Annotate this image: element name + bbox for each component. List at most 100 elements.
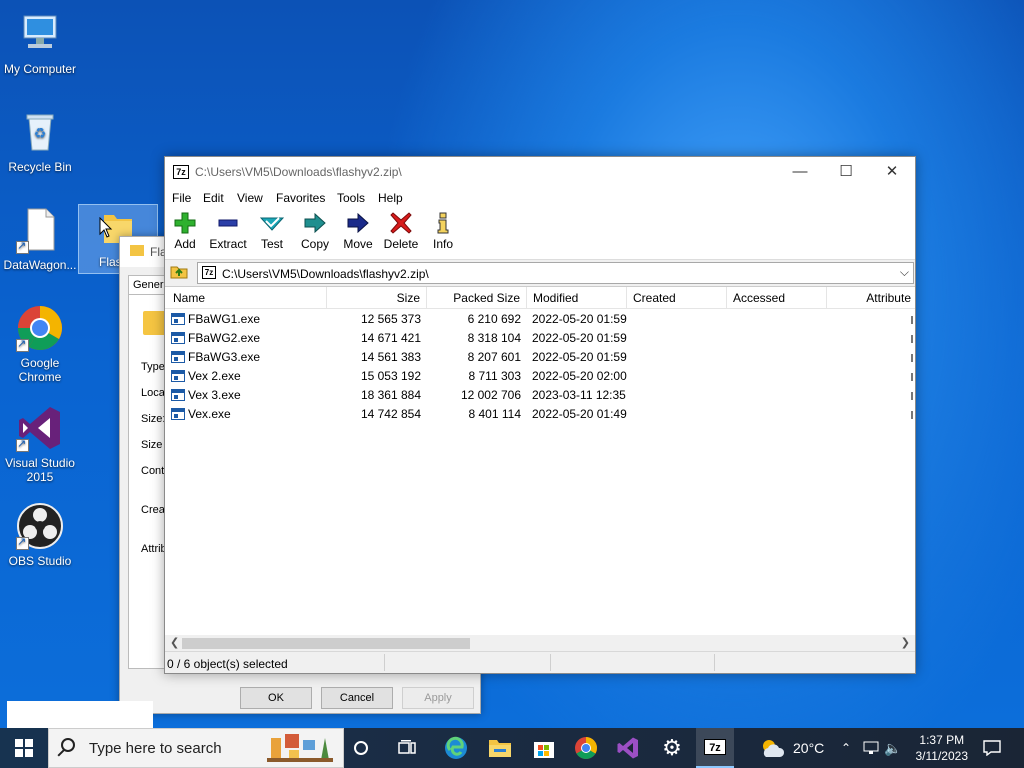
address-input[interactable]: 7z C:\Users\VM5\Downloads\flashyv2.zip\ …	[197, 262, 914, 284]
column-accessed[interactable]: Accessed	[727, 287, 827, 309]
column-packed-size[interactable]: Packed Size	[427, 287, 527, 309]
file-packed-size: 8 711 303	[468, 369, 522, 383]
delete-button[interactable]: Delete	[379, 212, 423, 251]
copy-icon	[293, 212, 337, 236]
info-icon	[421, 212, 465, 236]
address-bar: 7z C:\Users\VM5\Downloads\flashyv2.zip\ …	[165, 260, 915, 284]
file-modified: 2022-05-20 01:59	[532, 350, 627, 364]
field-label: Loca	[141, 387, 165, 399]
desktop-icon-my-computer[interactable]: My Computer	[0, 10, 80, 76]
chrome-icon	[575, 737, 597, 759]
table-row[interactable]: FBaWG1.exe 12 565 373 6 210 692 2022-05-…	[165, 310, 915, 329]
test-label: Test	[260, 237, 283, 251]
desktop-icon-obs-studio[interactable]: OBS Studio	[0, 502, 80, 568]
store-button[interactable]	[526, 728, 562, 768]
file-modified: 2023-03-11 12:35	[532, 388, 626, 402]
settings-button[interactable]: ⚙	[654, 728, 690, 768]
apply-button[interactable]: Apply	[402, 687, 474, 709]
maximize-button[interactable]: ☐	[823, 157, 869, 187]
search-highlight-icon	[265, 730, 337, 766]
column-modified[interactable]: Modified	[527, 287, 627, 309]
notification-center-button[interactable]	[980, 728, 1004, 768]
menu-edit[interactable]: Edit	[203, 191, 224, 205]
clock-date: 3/11/2023	[915, 749, 969, 763]
cortana-button[interactable]	[344, 728, 378, 768]
exe-file-icon	[171, 408, 185, 420]
cancel-button[interactable]: Cancel	[321, 687, 393, 709]
delete-label: Delete	[383, 237, 419, 251]
desktop-icon-label: Recycle Bin	[8, 160, 72, 174]
7zip-app-icon: 7z	[173, 165, 189, 179]
folder-up-icon[interactable]	[169, 263, 189, 281]
tray-chevron-icon[interactable]: ⌃	[838, 728, 854, 768]
scroll-left-icon[interactable]: ❮	[170, 636, 179, 649]
task-view-button[interactable]	[390, 728, 424, 768]
minimize-button[interactable]: —	[777, 157, 823, 187]
copy-label: Copy	[300, 237, 329, 251]
column-name[interactable]: Name	[167, 287, 327, 309]
copy-button[interactable]: Copy	[293, 212, 337, 251]
chrome-taskbar-button[interactable]	[568, 728, 604, 768]
field-label: Size	[141, 439, 163, 451]
desktop-icon-label: Google Chrome	[18, 356, 62, 384]
desktop-icon-datawagon[interactable]: DataWagon...	[0, 206, 80, 272]
exe-file-icon	[171, 351, 185, 363]
table-row[interactable]: Vex.exe 14 742 854 8 401 114 2022-05-20 …	[165, 405, 915, 424]
file-name: FBaWG2.exe	[188, 331, 261, 345]
ok-button[interactable]: OK	[240, 687, 312, 709]
file-modified: 2022-05-20 01:59	[532, 312, 627, 326]
scroll-right-icon[interactable]: ❯	[901, 636, 910, 649]
weather-widget[interactable]: 20°C	[758, 728, 828, 768]
taskbar-search-box[interactable]: Type here to search	[48, 728, 344, 768]
system-clock[interactable]: 1:37 PM 3/11/2023	[916, 732, 969, 764]
desktop-icon-google-chrome[interactable]: Google Chrome	[0, 304, 80, 384]
file-explorer-button[interactable]	[482, 728, 518, 768]
table-row[interactable]: FBaWG2.exe 14 671 421 8 318 104 2022-05-…	[165, 329, 915, 348]
tab-general[interactable]: Gener	[128, 275, 168, 295]
info-label: Info	[432, 237, 453, 251]
menu-help[interactable]: Help	[378, 191, 403, 205]
info-button[interactable]: Info	[421, 212, 465, 251]
chevron-down-icon[interactable]: ⌵	[900, 265, 909, 280]
computer-icon	[16, 10, 64, 58]
table-row[interactable]: Vex 3.exe 18 361 884 12 002 706 2023-03-…	[165, 386, 915, 405]
menu-favorites[interactable]: Favorites	[276, 191, 325, 205]
close-button[interactable]: ✕	[869, 157, 915, 187]
move-label: Move	[343, 237, 373, 251]
7zip-taskbar-button[interactable]: 7z	[696, 728, 734, 768]
column-size[interactable]: Size	[327, 287, 427, 309]
network-icon[interactable]	[862, 728, 880, 768]
7zip-window[interactable]: 7z C:\Users\VM5\Downloads\flashyv2.zip\ …	[164, 156, 916, 674]
table-row[interactable]: FBaWG3.exe 14 561 383 8 207 601 2022-05-…	[165, 348, 915, 367]
file-modified: 2022-05-20 01:59	[532, 331, 627, 345]
edge-button[interactable]	[438, 728, 474, 768]
desktop-icon-visual-studio[interactable]: Visual Studio 2015	[0, 404, 80, 484]
scrollbar-thumb[interactable]	[182, 638, 470, 649]
file-packed-size: 8 207 601	[467, 350, 521, 364]
obs-icon	[16, 502, 64, 550]
menu-file[interactable]: File	[172, 191, 191, 205]
menu-tools[interactable]: Tools	[337, 191, 365, 205]
taskbar: Type here to search ⚙ 7z 20°C ⌃ 🔈 1:37 P…	[0, 728, 1024, 768]
test-button[interactable]: Test	[250, 212, 294, 251]
window-titlebar[interactable]: 7z C:\Users\VM5\Downloads\flashyv2.zip\ …	[165, 157, 915, 188]
file-size: 15 053 192	[360, 369, 421, 383]
table-row[interactable]: Vex 2.exe 15 053 192 8 711 303 2022-05-2…	[165, 367, 915, 386]
add-button[interactable]: Add	[163, 212, 207, 251]
horizontal-scrollbar[interactable]: ❮ ❯	[165, 635, 915, 652]
start-button[interactable]	[0, 728, 48, 768]
test-icon	[250, 212, 294, 236]
column-created[interactable]: Created	[627, 287, 727, 309]
menu-view[interactable]: View	[237, 191, 263, 205]
extract-button[interactable]: Extract	[206, 212, 250, 251]
volume-icon[interactable]: 🔈	[884, 728, 902, 768]
visual-studio-taskbar-button[interactable]	[610, 728, 646, 768]
file-list[interactable]: Name Size Packed Size Modified Created A…	[165, 286, 915, 652]
shortcut-arrow-icon	[16, 535, 29, 550]
file-modified: 2022-05-20 02:00	[532, 369, 627, 383]
window-title: C:\Users\VM5\Downloads\flashyv2.zip\	[195, 165, 402, 179]
column-attribute[interactable]: Attribute	[827, 287, 915, 309]
file-packed-size: 6 210 692	[467, 312, 521, 326]
move-button[interactable]: Move	[336, 212, 380, 251]
desktop-icon-recycle-bin[interactable]: ♻ Recycle Bin	[0, 108, 80, 174]
